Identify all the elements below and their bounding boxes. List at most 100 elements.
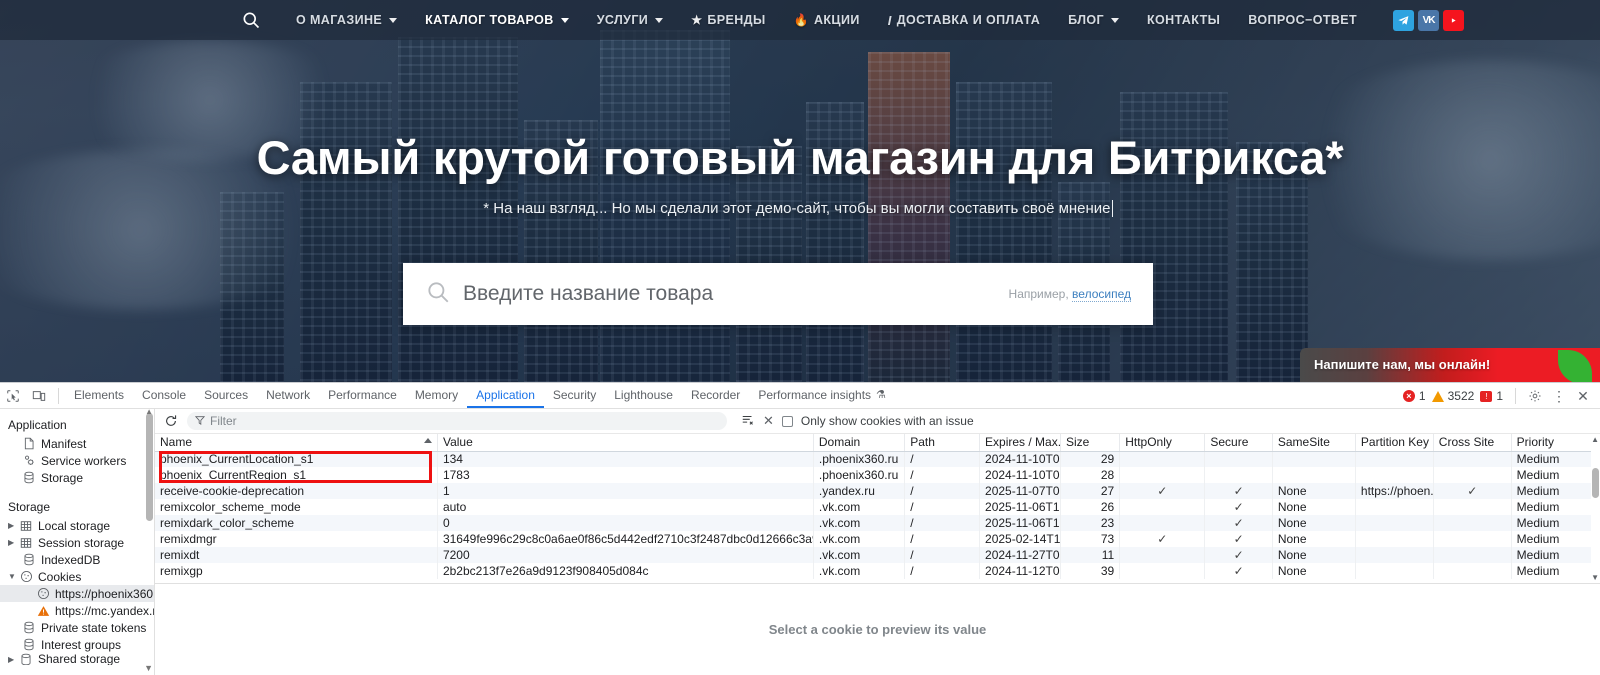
sidebar-item-private-state-tokens[interactable]: Private state tokens xyxy=(0,619,154,636)
column-header-samesite[interactable]: SameSite xyxy=(1272,434,1356,452)
sidebar-item-indexeddb[interactable]: IndexedDB xyxy=(0,551,154,568)
nav-item-brendy[interactable]: ★ БРЕНДЫ xyxy=(677,13,779,27)
table-scrollbar[interactable]: ▲ ▼ xyxy=(1591,434,1600,583)
table-row[interactable]: remixdmgr 31649fe996c29c8c0a6ae0f86c5d44… xyxy=(155,531,1600,547)
column-header-httponly[interactable]: HttpOnly xyxy=(1119,434,1206,452)
error-count[interactable]: × 1 xyxy=(1402,389,1426,403)
tab-label: Security xyxy=(552,387,597,402)
nav-item-dostavka-i-oplata[interactable]: i ДОСТАВКА И ОПЛАТА xyxy=(874,13,1054,28)
devtools-body: Application Manifest Service workers Sto… xyxy=(0,409,1600,675)
inspect-element-icon[interactable] xyxy=(0,384,26,408)
tab-sources[interactable]: Sources xyxy=(195,383,257,408)
sidebar-item-manifest[interactable]: Manifest xyxy=(0,435,154,452)
column-label: Domain xyxy=(818,435,861,450)
tab-recorder[interactable]: Recorder xyxy=(682,383,749,408)
cell-cross-site xyxy=(1433,515,1512,531)
nav-item-label: БРЕНДЫ xyxy=(707,13,766,27)
sidebar-item-service-workers[interactable]: Service workers xyxy=(0,452,154,469)
sidebar-item-label: Cookies xyxy=(38,569,82,584)
cell-domain: .vk.com xyxy=(813,499,906,515)
search-icon[interactable] xyxy=(234,3,268,37)
table-row[interactable]: remixdark_color_scheme 0 .vk.com / 2025-… xyxy=(155,515,1600,531)
scrollbar-thumb[interactable] xyxy=(1592,468,1599,498)
youtube-icon[interactable] xyxy=(1443,9,1465,31)
search-hint-prefix: Например, xyxy=(1008,287,1069,301)
product-search-box[interactable]: Введите название товара Например, велоси… xyxy=(403,263,1153,325)
table-row[interactable]: receive-cookie-deprecation 1 .yandex.ru … xyxy=(155,483,1600,499)
chevron-down-icon[interactable]: ▼ xyxy=(8,572,18,581)
nav-item-vopros-otvet[interactable]: ВОПРОС−ОТВЕТ xyxy=(1234,13,1371,27)
column-header-cross-site[interactable]: Cross Site xyxy=(1433,434,1512,452)
chevron-right-icon[interactable]: ▶ xyxy=(8,521,18,530)
scroll-down-icon[interactable]: ▼ xyxy=(1591,573,1599,582)
nav-item-blog[interactable]: БЛОГ xyxy=(1054,13,1133,27)
chat-widget[interactable]: Напишите нам, мы онлайн! xyxy=(1300,348,1600,382)
nav-item-kontakty[interactable]: КОНТАКТЫ xyxy=(1133,13,1234,27)
nav-item-o-magazine[interactable]: О МАГАЗИНЕ xyxy=(282,13,411,27)
sidebar-scrollbar[interactable] xyxy=(146,413,153,521)
table-row[interactable]: phoenix_CurrentLocation_s1 134 .phoenix3… xyxy=(155,451,1600,467)
column-header-domain[interactable]: Domain xyxy=(813,434,906,452)
sidebar-item-cookies-phoenix360[interactable]: https://phoenix360... xyxy=(0,585,154,602)
nav-item-katalog-tovarov[interactable]: КАТАЛОГ ТОВАРОВ xyxy=(411,13,583,27)
devtools-status-area: × 1 3522 ! 1 ⋮ ✕ xyxy=(1402,383,1594,409)
clear-all-cookies-icon[interactable]: ✕ xyxy=(763,413,774,429)
table-row[interactable]: remixcolor_scheme_mode auto .vk.com / 20… xyxy=(155,499,1600,515)
clear-filtered-icon[interactable] xyxy=(741,413,755,430)
nav-item-akcii[interactable]: 🔥 АКЦИИ xyxy=(780,13,874,27)
table-row[interactable]: phoenix_CurrentRegion_s1 1783 .phoenix36… xyxy=(155,467,1600,483)
warning-count[interactable]: 3522 xyxy=(1431,389,1474,403)
only-issues-checkbox[interactable] xyxy=(781,415,793,427)
cell-expires: 2024-11-12T0... xyxy=(979,563,1062,579)
search-input[interactable]: Введите название товара xyxy=(463,282,1009,306)
column-header-priority[interactable]: Priority xyxy=(1511,434,1600,452)
nav-item-uslugi[interactable]: УСЛУГИ xyxy=(583,13,678,27)
scroll-up-icon[interactable]: ▲ xyxy=(145,409,153,416)
sidebar-item-cookies[interactable]: ▼ Cookies xyxy=(0,568,154,585)
tab-application[interactable]: Application xyxy=(467,383,544,408)
table-icon xyxy=(19,519,33,533)
chevron-right-icon[interactable]: ▶ xyxy=(8,538,18,547)
sidebar-item-session-storage[interactable]: ▶ Session storage xyxy=(0,534,154,551)
column-header-secure[interactable]: Secure xyxy=(1204,434,1273,452)
tab-performance[interactable]: Performance xyxy=(319,383,406,408)
tab-memory[interactable]: Memory xyxy=(406,383,467,408)
tab-elements[interactable]: Elements xyxy=(65,383,133,408)
table-row[interactable]: remixdt 7200 .vk.com / 2024-11-27T0... 1… xyxy=(155,547,1600,563)
close-icon[interactable]: ✕ xyxy=(1572,385,1594,407)
sidebar-item-local-storage[interactable]: ▶ Local storage xyxy=(0,517,154,534)
column-header-name[interactable]: Name xyxy=(155,434,438,452)
device-toolbar-icon[interactable] xyxy=(26,384,52,408)
sidebar-item-storage[interactable]: Storage xyxy=(0,469,154,486)
column-header-expires[interactable]: Expires / Max... xyxy=(979,434,1062,452)
tab-lighthouse[interactable]: Lighthouse xyxy=(605,383,682,408)
tab-network[interactable]: Network xyxy=(257,383,319,408)
cell-domain: .vk.com xyxy=(813,531,906,547)
cell-size: 27 xyxy=(1060,483,1121,499)
sidebar-item-cookies-mc-yandex[interactable]: https://mc.yandex.ru xyxy=(0,602,154,619)
nav-item-label: О МАГАЗИНЕ xyxy=(296,13,383,27)
column-label: Value xyxy=(442,435,473,450)
issues-count[interactable]: ! 1 xyxy=(1480,389,1503,403)
column-header-value[interactable]: Value xyxy=(437,434,814,452)
sidebar-group-application: Application xyxy=(8,418,67,432)
column-header-partition-key[interactable]: Partition Key ... xyxy=(1355,434,1434,452)
kebab-menu-icon[interactable]: ⋮ xyxy=(1548,385,1570,407)
sidebar-item-interest-groups[interactable]: Interest groups xyxy=(0,636,154,653)
vk-icon[interactable]: VK xyxy=(1418,9,1440,31)
table-row[interactable]: remixgp 2b2bc213f7e26a9d9123f908405d084c… xyxy=(155,563,1600,579)
search-hint-link[interactable]: велосипед xyxy=(1072,287,1131,302)
sidebar-item-shared-storage[interactable]: ▶ Shared storage xyxy=(0,653,154,665)
column-header-size[interactable]: Size xyxy=(1060,434,1121,452)
column-header-path[interactable]: Path xyxy=(904,434,981,452)
tab-security[interactable]: Security xyxy=(544,383,605,408)
refresh-icon[interactable] xyxy=(161,411,181,431)
scroll-up-icon[interactable]: ▲ xyxy=(1591,435,1599,444)
telegram-icon[interactable] xyxy=(1393,9,1415,31)
scroll-down-icon[interactable]: ▼ xyxy=(144,663,153,673)
filter-input[interactable]: Filter xyxy=(187,412,727,430)
gear-icon[interactable] xyxy=(1524,385,1546,407)
chevron-right-icon[interactable]: ▶ xyxy=(8,655,18,664)
tab-performance-insights[interactable]: Performance insights ⚗ xyxy=(749,383,895,408)
tab-console[interactable]: Console xyxy=(133,383,195,408)
